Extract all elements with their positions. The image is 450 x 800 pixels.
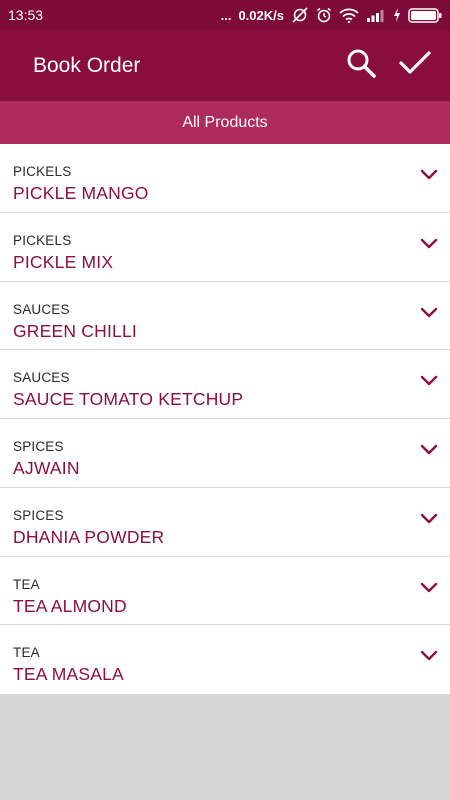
list-item[interactable]: PICKELS PICKLE MIX [0, 213, 450, 282]
product-category: TEA [13, 645, 40, 661]
charging-icon [393, 8, 401, 22]
chevron-down-icon[interactable] [420, 513, 438, 525]
product-name: PICKLE MIX [13, 251, 114, 272]
alarm-icon [316, 7, 332, 23]
status-bar: 13:53 ... 0.02K/s [0, 0, 450, 30]
product-category: PICKELS [13, 232, 72, 248]
network-speed: 0.02K/s [238, 7, 284, 23]
product-name: PICKLE MANGO [13, 183, 149, 203]
product-list: PICKELS PICKLE MANGO PICKELS PICKLE MIX … [0, 144, 450, 694]
signal-icon [366, 8, 386, 22]
chevron-down-icon[interactable] [420, 238, 438, 250]
battery-icon [408, 7, 442, 23]
chevron-down-icon[interactable] [420, 582, 438, 594]
search-icon [345, 47, 377, 84]
confirm-button[interactable] [389, 40, 441, 92]
product-name: SAUCE TOMATO KETCHUP [13, 389, 244, 410]
product-name: AJWAIN [13, 458, 80, 478]
wifi-icon [339, 8, 359, 23]
chevron-down-icon[interactable] [420, 650, 438, 662]
chevron-down-icon[interactable] [420, 375, 438, 387]
tab-label: All Products [182, 113, 268, 131]
status-dots: ... [220, 7, 232, 23]
product-name: GREEN CHILLI [13, 320, 137, 341]
product-name: TEA ALMOND [13, 595, 127, 616]
status-icons: ... 0.02K/s [221, 7, 442, 23]
product-category: PICKELS [13, 164, 72, 179]
list-item[interactable]: SAUCES GREEN CHILLI [0, 282, 450, 351]
chevron-down-icon[interactable] [420, 444, 438, 456]
product-category: SPICES [13, 507, 64, 523]
product-category: TEA [13, 576, 40, 592]
check-icon [399, 50, 431, 81]
list-item[interactable]: SPICES AJWAIN [0, 419, 450, 488]
product-category: SAUCES [13, 370, 70, 386]
product-category: SAUCES [13, 301, 70, 317]
search-button[interactable] [335, 40, 387, 92]
app-bar: Book Order [0, 30, 450, 101]
product-category: SPICES [13, 439, 64, 454]
list-item[interactable]: PICKELS PICKLE MANGO [0, 144, 450, 213]
tab-all-products[interactable]: All Products [0, 101, 450, 144]
product-name: TEA MASALA [13, 664, 124, 685]
list-item[interactable]: SAUCES SAUCE TOMATO KETCHUP [0, 350, 450, 419]
status-time: 13:53 [8, 7, 44, 23]
chevron-down-icon[interactable] [420, 169, 438, 181]
chevron-down-icon[interactable] [420, 307, 438, 319]
page-title: Book Order [33, 53, 141, 77]
sync-off-icon [291, 7, 309, 23]
list-item[interactable]: TEA TEA ALMOND [0, 557, 450, 626]
product-name: DHANIA POWDER [13, 526, 165, 547]
list-item[interactable]: SPICES DHANIA POWDER [0, 488, 450, 557]
list-item[interactable]: TEA TEA MASALA [0, 625, 450, 694]
